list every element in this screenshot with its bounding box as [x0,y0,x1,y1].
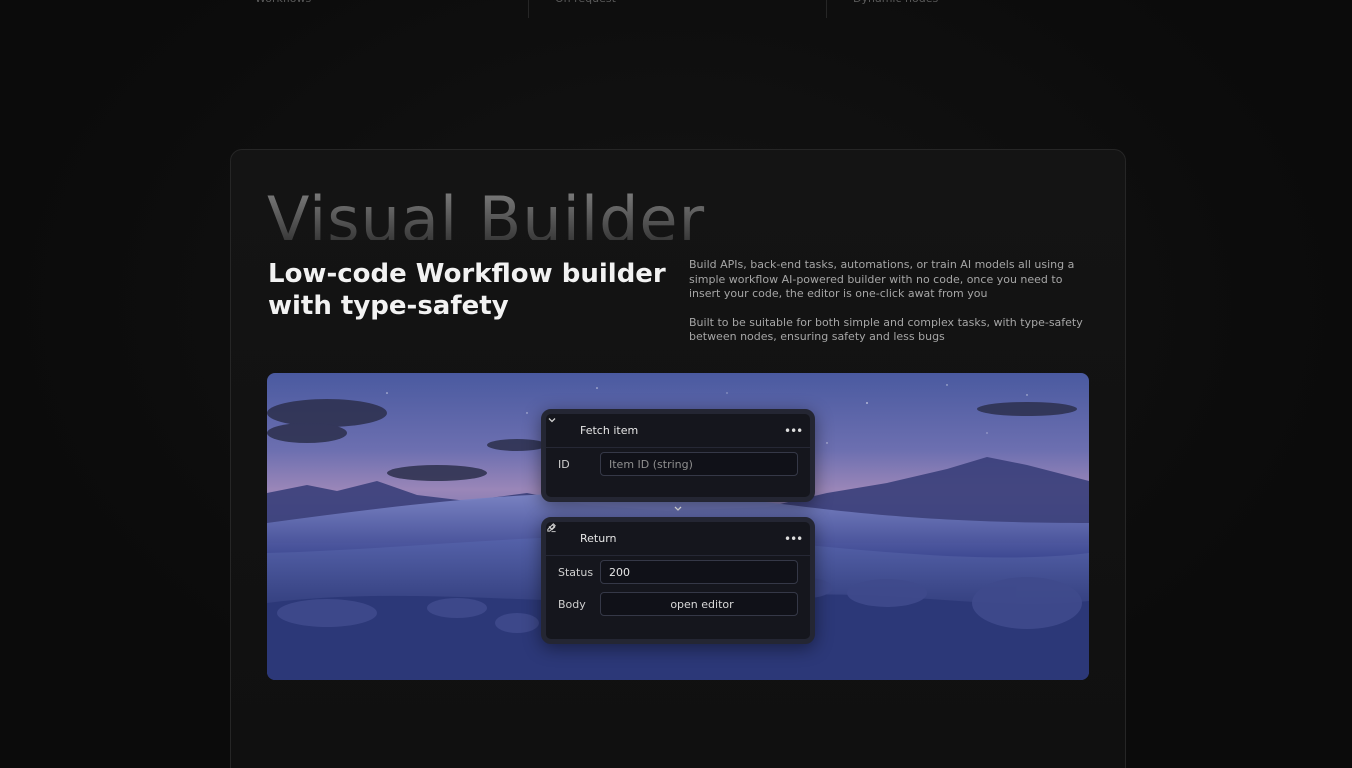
status-row: Status 200 [546,556,810,588]
chevron-down-icon[interactable] [548,526,568,545]
open-editor-label: open editor [670,597,734,611]
connector-chevron-icon [672,504,684,514]
section-headline: Low-code Workflow builder with type-safe… [268,258,668,322]
id-label: ID [558,457,570,471]
headline-line-2: with type-safety [268,291,509,321]
node-return-title: Return [580,532,617,545]
node-return[interactable]: Return ••• Status 200 Body open editor [541,517,815,644]
node-fetch-item-header: Fetch item ••• [546,414,810,448]
section-big-title: Visual Builder [267,180,705,240]
feature-label-workflows: Workflows [255,0,311,18]
visual-builder-card: Visual Builder Low-code Workflow builder… [230,149,1126,768]
previous-section-strip: Workflows On request Dynamic nodes [230,0,1126,18]
page: Workflows On request Dynamic nodes Visua… [0,0,1352,768]
body-row: Body open editor [546,523,810,620]
node-return-header: Return ••• [546,522,810,556]
description-paragraph-1: Build APIs, back-end tasks, automations,… [689,258,1075,300]
status-input[interactable]: 200 [600,560,798,584]
more-horizontal-icon[interactable]: ••• [784,532,803,546]
feature-label-on-request: On request [528,0,616,18]
description-paragraph-2: Built to be suitable for both simple and… [689,315,1083,344]
headline-line-1: Low-code Workflow builder [268,259,666,289]
body-label: Body [558,597,586,611]
status-label: Status [558,565,594,579]
more-horizontal-icon[interactable]: ••• [784,424,803,438]
open-editor-button[interactable]: open editor [547,523,798,616]
item-id-input[interactable]: Item ID (string) [600,452,798,476]
id-row: ID Item ID (string) [546,448,810,480]
node-fetch-item[interactable]: Fetch item ••• ID Item ID (string) [541,409,815,502]
chevron-down-icon[interactable] [548,418,568,437]
feature-label-dynamic-nodes: Dynamic nodes [826,0,938,18]
workflow-preview-scene: Fetch item ••• ID Item ID (string) Retur… [267,373,1089,680]
section-description: Build APIs, back-end tasks, automations,… [689,258,1089,345]
node-fetch-item-title: Fetch item [580,424,639,437]
